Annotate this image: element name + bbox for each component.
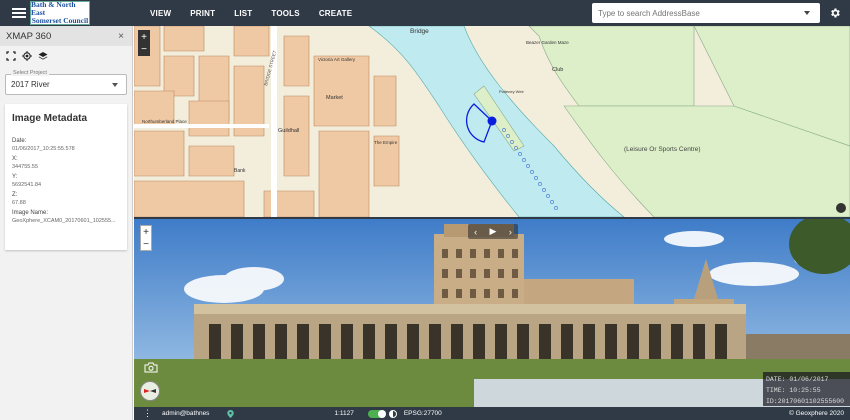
nav-create[interactable]: CREATE — [319, 9, 353, 18]
nav-tools[interactable]: TOOLS — [271, 9, 299, 18]
map-zoom-in-button[interactable]: + — [139, 31, 149, 43]
pano-playback-controls: ‹ ▶ › — [468, 224, 518, 239]
project-select-label: Select Project — [11, 70, 49, 76]
panel-header: XMAP 360 × — [0, 26, 132, 46]
project-select[interactable]: Select Project 2017 River — [5, 70, 127, 95]
layers-icon[interactable] — [38, 51, 48, 61]
map-zoom-out-button[interactable]: − — [139, 43, 149, 55]
label-bank: Bank — [234, 168, 246, 174]
pano-zoom-out-button[interactable]: − — [141, 238, 151, 250]
globe-icon[interactable] — [836, 203, 846, 213]
metadata-y-label: Y: — [12, 174, 18, 180]
camera-icon[interactable] — [144, 362, 158, 373]
top-bar: Bath & North East Somerset Council VIEW … — [0, 0, 850, 26]
nav-list[interactable]: LIST — [234, 9, 252, 18]
label-leisure-centre: (Leisure Or Sports Centre) — [624, 146, 701, 153]
projection-code: EPSG:27700 — [403, 410, 442, 417]
panel-tools — [0, 46, 132, 66]
map-canvas[interactable]: Bridge Market Guildhall Victoria Art Gal… — [134, 26, 850, 217]
panorama-view[interactable]: + − ‹ ▶ › DATE: 01/06/2017 TIME: 10:25:5… — [134, 219, 850, 407]
locate-icon[interactable] — [22, 51, 32, 61]
panel-title: XMAP 360 — [6, 30, 52, 42]
metadata-x-label: X: — [12, 156, 18, 162]
image-metadata-card: Image Metadata Date: 01/06/2017_10:25:55… — [5, 104, 127, 250]
map-scale: 1:1127 — [334, 410, 354, 417]
contrast-icon[interactable] — [388, 409, 397, 418]
metadata-image-name-label: Image Name: — [12, 210, 49, 216]
close-icon[interactable]: × — [118, 31, 124, 42]
metadata-image-name-value: GeoXphere_XCAM0_20170601_102555... — [12, 218, 116, 224]
project-select-value: 2017 River — [11, 80, 50, 89]
pano-zoom-in-button[interactable]: + — [141, 226, 151, 238]
metadata-x-value: 344755.55 — [12, 164, 38, 170]
previous-icon[interactable]: ‹ — [474, 227, 477, 237]
label-beazer-garden: Beazer Garden Maze — [526, 40, 569, 45]
xmap-panel: XMAP 360 × Select Project 2017 River Ima… — [0, 26, 133, 420]
chevron-down-icon[interactable] — [112, 83, 118, 87]
label-bridge: Bridge — [410, 28, 429, 35]
address-search-input[interactable] — [598, 8, 804, 18]
label-empire: The Empire — [374, 140, 398, 145]
nav-view[interactable]: VIEW — [150, 9, 171, 18]
nav-print[interactable]: PRINT — [190, 9, 215, 18]
council-logo[interactable]: Bath & North East Somerset Council — [30, 1, 90, 25]
metadata-date-label: Date: — [12, 138, 27, 144]
timestamp-date: DATE: 01/06/2017 — [766, 376, 829, 383]
address-search[interactable] — [592, 3, 820, 23]
fullscreen-icon[interactable] — [6, 51, 16, 61]
logo-line-2: Somerset Council — [31, 16, 89, 25]
current-position-marker[interactable] — [487, 116, 497, 126]
label-guildhall: Guildhall — [278, 128, 299, 134]
label-victoria: Victoria Art Gallery — [318, 57, 356, 62]
main-nav: VIEW PRINT LIST TOOLS CREATE — [150, 9, 352, 18]
timestamp-id: ID:20170601102555600 — [766, 398, 845, 405]
menu-icon[interactable] — [12, 8, 26, 18]
metadata-z-value: 67.88 — [12, 200, 26, 206]
label-northumberland: Northumberland Place — [142, 119, 187, 124]
chevron-down-icon[interactable] — [804, 11, 810, 15]
map-zoom-control: + − — [138, 30, 150, 56]
metadata-date-value: 01/06/2017_10:25:55.578 — [12, 146, 75, 152]
pano-zoom-control: + − — [140, 225, 152, 251]
copyright: © Geoxphere 2020 — [788, 410, 844, 417]
current-user: admin@bathnes — [162, 410, 210, 417]
label-club: Club — [552, 67, 563, 73]
metadata-title: Image Metadata — [12, 113, 88, 124]
more-options-icon[interactable]: ⋮ — [143, 408, 152, 419]
label-market: Market — [326, 95, 343, 101]
play-icon[interactable]: ▶ — [490, 226, 497, 237]
map-view[interactable]: Bridge Market Guildhall Victoria Art Gal… — [134, 26, 850, 217]
timestamp-time: TIME: 10:25:55 — [766, 387, 821, 394]
metadata-z-label: Z: — [12, 192, 18, 198]
logo-line-1: Bath & North East — [31, 0, 76, 17]
status-bar: ⋮ admin@bathnes 1:1127 EPSG:27700 © Geox… — [134, 407, 850, 420]
image-timestamp: DATE: 01/06/2017 TIME: 10:25:55 ID:20170… — [763, 372, 850, 406]
panorama-image[interactable] — [134, 219, 850, 407]
colonnade-balustrade — [194, 304, 746, 314]
gear-icon[interactable] — [829, 7, 841, 19]
compass-icon[interactable] — [140, 381, 160, 401]
metadata-y-value: 5692541.84 — [12, 182, 42, 188]
next-icon[interactable]: › — [509, 227, 512, 237]
location-pin-icon[interactable] — [227, 409, 235, 418]
label-weir: Pulteney Weir — [499, 89, 524, 94]
layer-toggle[interactable] — [367, 409, 386, 418]
compass-needle — [144, 389, 156, 393]
